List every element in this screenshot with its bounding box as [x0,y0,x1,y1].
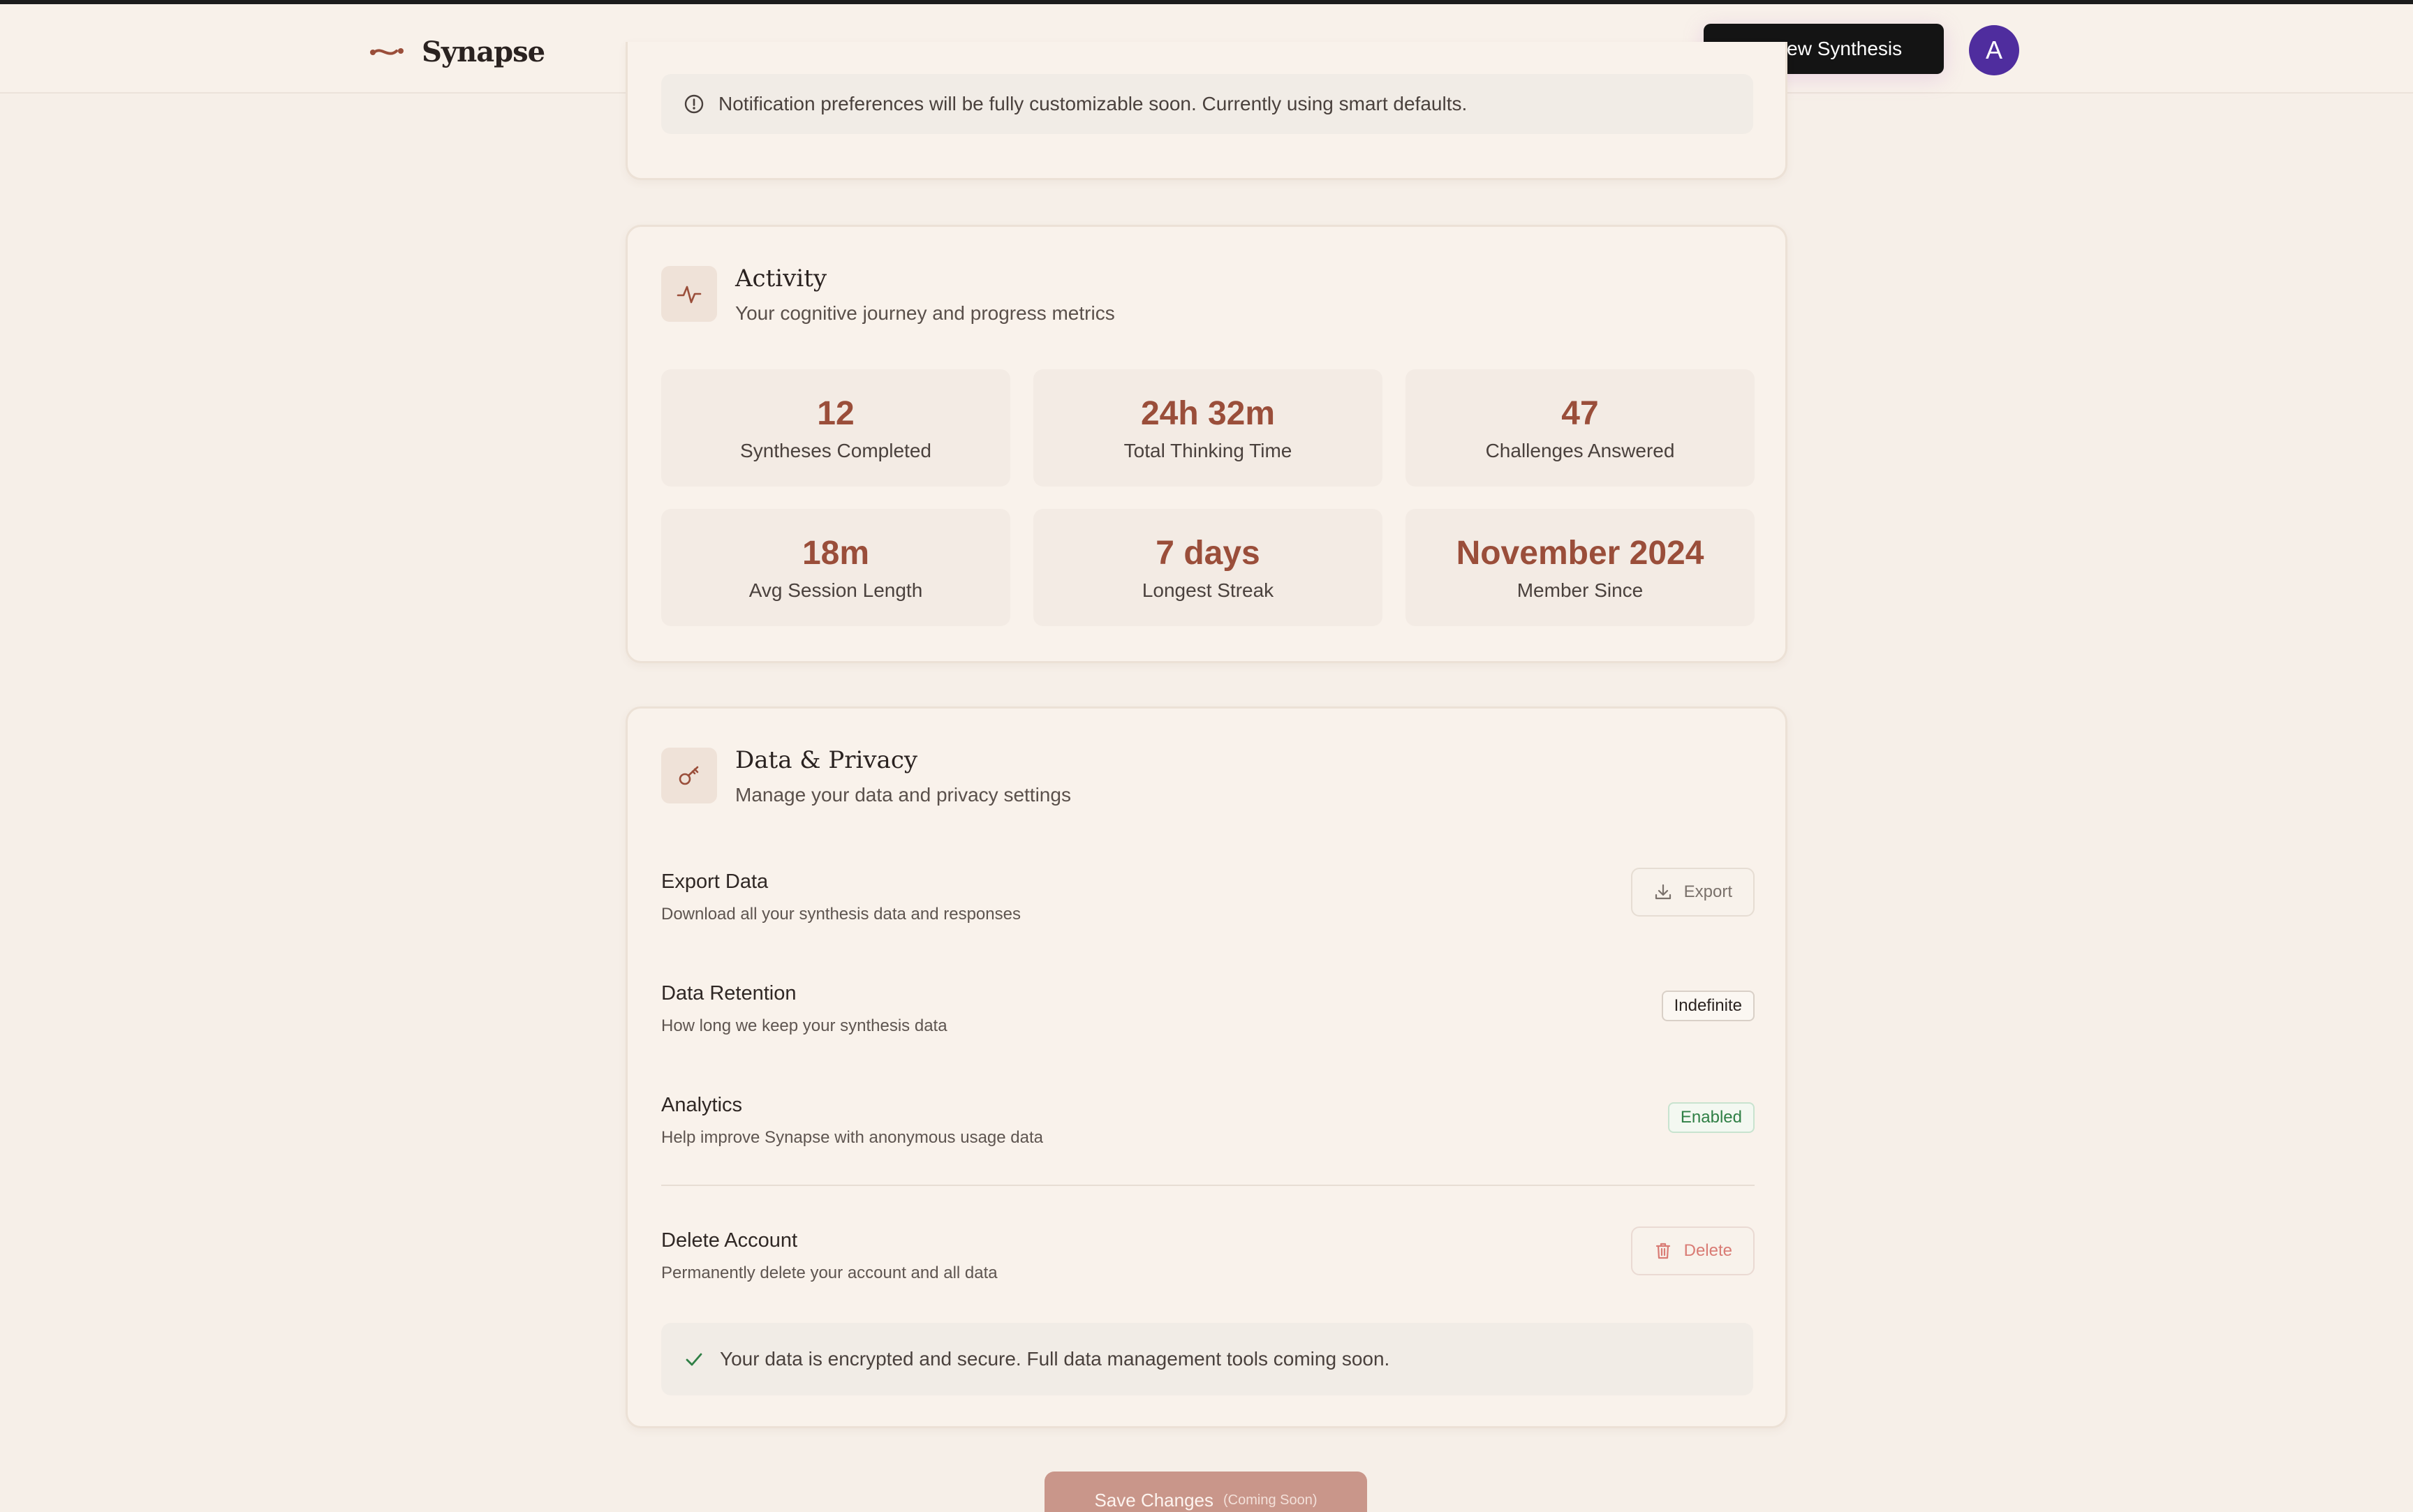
activity-subtitle: Your cognitive journey and progress metr… [735,302,1115,324]
divider [661,1185,1755,1186]
delete-account-row: Delete Account Permanently delete your a… [661,1226,1755,1283]
check-icon [686,1353,702,1366]
stat-total-thinking-time: 24h 32m Total Thinking Time [1033,369,1382,487]
info-icon [684,94,704,114]
activity-title: Activity [735,265,827,292]
security-notice: Your data is encrypted and secure. Full … [661,1323,1753,1395]
stat-label: Total Thinking Time [1123,440,1292,461]
export-button[interactable]: Export [1630,868,1755,917]
export-data-row: Export Data Download all your synthesis … [661,868,1755,924]
notifications-notice-text: Notification preferences will be fully c… [718,93,1468,114]
stat-longest-streak: 7 days Longest Streak [1033,509,1382,626]
download-icon [1655,884,1671,900]
stat-label: Longest Streak [1142,579,1274,601]
export-data-desc: Download all your synthesis data and res… [661,905,1021,924]
stat-value: 18m [802,535,870,572]
stat-avg-session-length: 18m Avg Session Length [661,509,1010,626]
coming-soon-note: (Coming Soon) [1223,1492,1318,1508]
user-avatar[interactable]: A [1969,25,2019,75]
stat-label: Syntheses Completed [740,440,931,461]
stat-label: Challenges Answered [1485,440,1675,461]
stat-value: 47 [1561,395,1599,432]
analytics-desc: Help improve Synapse with anonymous usag… [661,1128,1043,1147]
key-icon [661,748,717,803]
analytics-status-badge: Enabled [1667,1102,1755,1133]
notifications-notice: Notification preferences will be fully c… [661,74,1753,134]
stat-value: 7 days [1156,535,1260,572]
save-changes-label: Save Changes [1094,1490,1214,1511]
stat-label: Avg Session Length [748,579,923,601]
privacy-header: Data & Privacy Manage your data and priv… [661,746,1071,806]
notifications-card: Notification preferences will be fully c… [626,42,1787,180]
security-notice-text: Your data is encrypted and secure. Full … [720,1348,1390,1370]
data-privacy-card: Data & Privacy Manage your data and priv… [626,706,1787,1428]
analytics-title: Analytics [661,1094,743,1116]
data-retention-desc: How long we keep your synthesis data [661,1016,947,1035]
export-data-title: Export Data [661,870,769,893]
privacy-subtitle: Manage your data and privacy settings [735,784,1071,806]
export-button-label: Export [1683,882,1732,901]
synapse-logo-icon [370,48,404,55]
app-logo[interactable]: Synapse [369,32,545,71]
app-name: Synapse [422,35,545,68]
activity-card: Activity Your cognitive journey and prog… [626,225,1787,663]
stat-value: 24h 32m [1140,395,1276,432]
retention-badge: Indefinite [1661,991,1755,1021]
new-synthesis-label: New Synthesis [1772,38,1903,59]
activity-pulse-icon [661,266,717,322]
stat-value: November 2024 [1456,535,1704,572]
trash-icon [1655,1243,1670,1259]
stat-syntheses-completed: 12 Syntheses Completed [661,369,1010,487]
delete-button-label: Delete [1683,1241,1732,1260]
data-retention-title: Data Retention [661,982,797,1005]
activity-header: Activity Your cognitive journey and prog… [661,265,1115,325]
stat-label: Member Since [1517,579,1644,601]
delete-account-button[interactable]: Delete [1630,1226,1755,1275]
stat-member-since: November 2024 Member Since [1405,509,1755,626]
data-retention-row: Data Retention How long we keep your syn… [661,982,1755,1036]
delete-account-title: Delete Account [661,1229,798,1252]
activity-stats-grid: 12 Syntheses Completed 24h 32m Total Thi… [661,369,1755,626]
stat-challenges-answered: 47 Challenges Answered [1405,369,1755,487]
analytics-row: Analytics Help improve Synapse with anon… [661,1094,1755,1148]
save-changes-button[interactable]: Save Changes (Coming Soon) [1045,1472,1367,1512]
stat-value: 12 [817,395,855,432]
privacy-title: Data & Privacy [735,746,918,774]
delete-account-desc: Permanently delete your account and all … [661,1263,998,1282]
